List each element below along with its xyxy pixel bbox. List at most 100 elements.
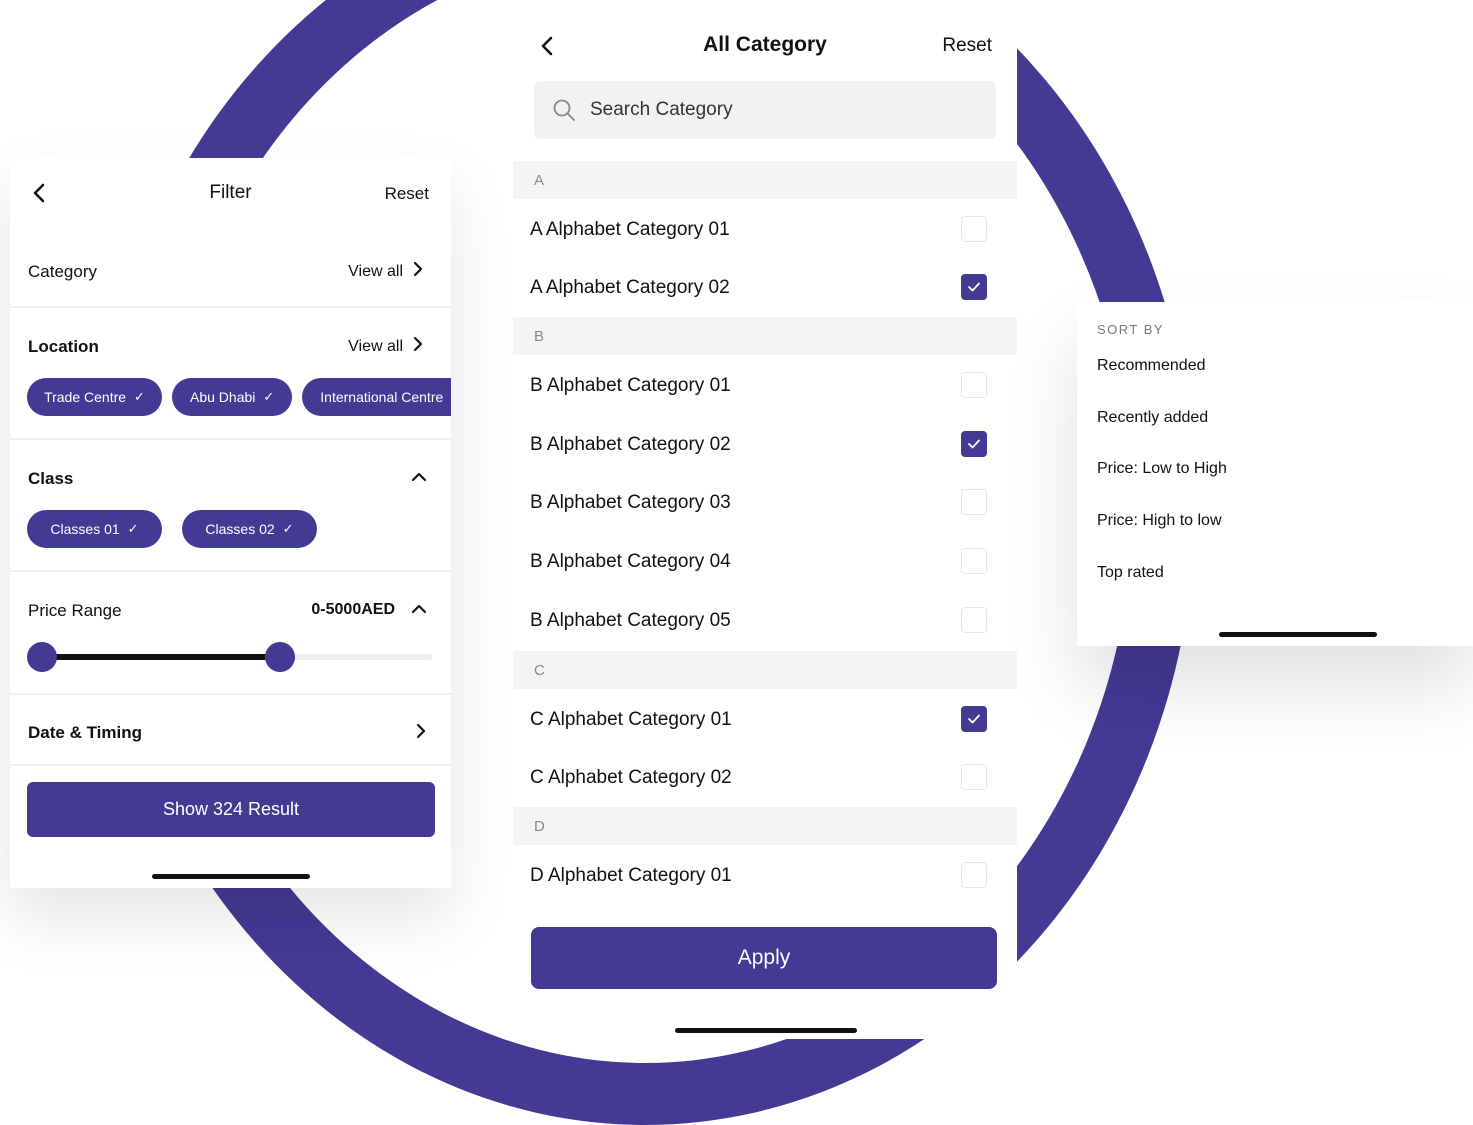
- category-label: Category: [28, 262, 97, 281]
- home-indicator: [152, 874, 310, 879]
- price-slider-max-thumb[interactable]: [264, 642, 295, 672]
- sort-by-heading: SORT BY: [1097, 322, 1165, 337]
- price-range-value: 0-5000AED: [311, 601, 395, 618]
- checkbox-checked[interactable]: [961, 431, 987, 457]
- chevron-up-icon[interactable]: [411, 602, 427, 620]
- category-view-all-link[interactable]: View all: [348, 261, 423, 282]
- check-icon: ✓: [134, 389, 145, 404]
- location-label: Location: [28, 337, 99, 356]
- class-chips: Classes 01 ✓ Classes 02 ✓: [27, 510, 317, 548]
- chevron-right-icon: [413, 261, 423, 282]
- category-row[interactable]: C Alphabet Category 01: [513, 691, 1017, 749]
- sort-option[interactable]: Price: Low to High: [1097, 449, 1473, 489]
- sort-option-label: Recently added: [1097, 408, 1209, 426]
- location-chips: Trade Centre ✓ Abu Dhabi ✓ International C…: [27, 378, 451, 416]
- check-icon: ✓: [282, 521, 294, 536]
- section-header-a: A: [513, 161, 1017, 199]
- sort-panel: SORT BY Recommended Recently added Price: …: [1077, 302, 1473, 646]
- category-reset-button[interactable]: Reset: [942, 35, 992, 57]
- location-chip-trade-centre[interactable]: Trade Centre ✓: [27, 378, 162, 416]
- chip-label: International Centre: [320, 389, 444, 405]
- category-row[interactable]: A Alphabet Category 01: [513, 201, 1017, 259]
- category-row[interactable]: B Alphabet Category 03: [513, 474, 1017, 532]
- checkbox[interactable]: [961, 607, 987, 633]
- chip-label: Abu Dhabi: [190, 389, 256, 405]
- price-slider-track[interactable]: [42, 654, 432, 660]
- sort-option-label: Price: Low to High: [1097, 460, 1227, 478]
- location-chip-international-centre[interactable]: International Centre: [302, 378, 451, 416]
- filter-reset-button[interactable]: Reset: [385, 184, 429, 204]
- check-icon: [968, 439, 980, 449]
- section-header-c: C: [513, 651, 1017, 689]
- filter-header: Filter Reset: [10, 158, 451, 228]
- class-chip-02[interactable]: Classes 02 ✓: [182, 510, 317, 548]
- home-indicator: [1219, 632, 1377, 637]
- home-indicator: [675, 1028, 857, 1033]
- show-results-button[interactable]: Show 324 Result: [27, 782, 435, 837]
- sort-option[interactable]: Price: High to low: [1097, 501, 1473, 541]
- checkbox[interactable]: [961, 862, 987, 888]
- category-row-label: B Alphabet Category 05: [530, 610, 731, 631]
- checkbox-checked[interactable]: [961, 706, 987, 732]
- location-view-all-label: View all: [348, 337, 403, 355]
- category-row-label: A Alphabet Category 02: [530, 277, 730, 298]
- sort-option-label: Price: High to low: [1097, 512, 1222, 530]
- sort-option-label: Top rated: [1097, 563, 1164, 581]
- category-row-label: D Alphabet Category 01: [530, 865, 732, 886]
- location-chip-abu-dhabi[interactable]: Abu Dhabi ✓: [172, 378, 293, 416]
- divider: [10, 438, 451, 440]
- category-row-label: B Alphabet Category 02: [530, 434, 731, 455]
- sort-option-label: Recommended: [1097, 357, 1206, 374]
- checkbox[interactable]: [961, 372, 987, 398]
- checkbox[interactable]: [961, 764, 987, 790]
- section-header-d: D: [513, 807, 1017, 845]
- filter-panel: Filter Reset Category View all Location …: [10, 158, 451, 888]
- search-input[interactable]: [588, 98, 972, 122]
- class-chip-01[interactable]: Classes 01 ✓: [27, 510, 162, 548]
- chip-label: Trade Centre: [44, 389, 127, 405]
- chevron-up-icon[interactable]: [411, 470, 427, 488]
- class-label: Class: [28, 469, 74, 488]
- chevron-right-icon[interactable]: [416, 723, 426, 744]
- sort-option[interactable]: Recently added: [1097, 398, 1473, 438]
- chip-label: Classes 01: [50, 521, 120, 537]
- category-view-all-label: View all: [348, 262, 403, 280]
- category-row-label: B Alphabet Category 03: [530, 492, 731, 513]
- category-row[interactable]: B Alphabet Category 05: [513, 592, 1017, 650]
- sort-option[interactable]: Top rated: [1097, 553, 1473, 593]
- section-header-b: B: [513, 317, 1017, 355]
- price-slider-fill: [42, 654, 280, 660]
- location-view-all-link[interactable]: View all: [348, 336, 423, 357]
- checkbox-checked[interactable]: [961, 274, 987, 300]
- category-row[interactable]: A Alphabet Category 02: [513, 259, 1017, 317]
- category-row-label: C Alphabet Category 02: [530, 767, 732, 788]
- search-bar: [534, 81, 996, 139]
- category-row[interactable]: B Alphabet Category 02: [513, 416, 1017, 474]
- category-row[interactable]: D Alphabet Category 01: [513, 847, 1017, 905]
- category-row[interactable]: C Alphabet Category 02: [513, 749, 1017, 807]
- checkbox[interactable]: [961, 548, 987, 574]
- price-slider-min-thumb[interactable]: [27, 642, 57, 672]
- category-row[interactable]: B Alphabet Category 04: [513, 533, 1017, 591]
- divider: [10, 764, 451, 766]
- checkbox[interactable]: [961, 216, 987, 242]
- check-icon: ✓: [127, 521, 139, 536]
- price-range-label: Price Range: [28, 601, 122, 620]
- chip-label: Classes 02: [205, 521, 275, 537]
- date-timing-label: Date & Timing: [28, 723, 142, 742]
- category-row-label: B Alphabet Category 04: [530, 551, 731, 572]
- category-panel: All Category Reset AA Alphabet Category …: [513, 0, 1017, 1039]
- category-row[interactable]: B Alphabet Category 01: [513, 357, 1017, 415]
- category-row-label: B Alphabet Category 01: [530, 375, 731, 396]
- category-row-label: C Alphabet Category 01: [530, 709, 732, 730]
- category-row-label: A Alphabet Category 01: [530, 219, 730, 240]
- checkbox[interactable]: [961, 489, 987, 515]
- check-icon: [968, 282, 980, 292]
- divider: [10, 570, 451, 572]
- chevron-right-icon: [413, 336, 423, 357]
- check-icon: [968, 714, 980, 724]
- divider: [10, 306, 451, 308]
- search-icon: [552, 98, 576, 122]
- apply-button[interactable]: Apply: [531, 927, 997, 989]
- sort-option[interactable]: Recommended: [1097, 346, 1473, 386]
